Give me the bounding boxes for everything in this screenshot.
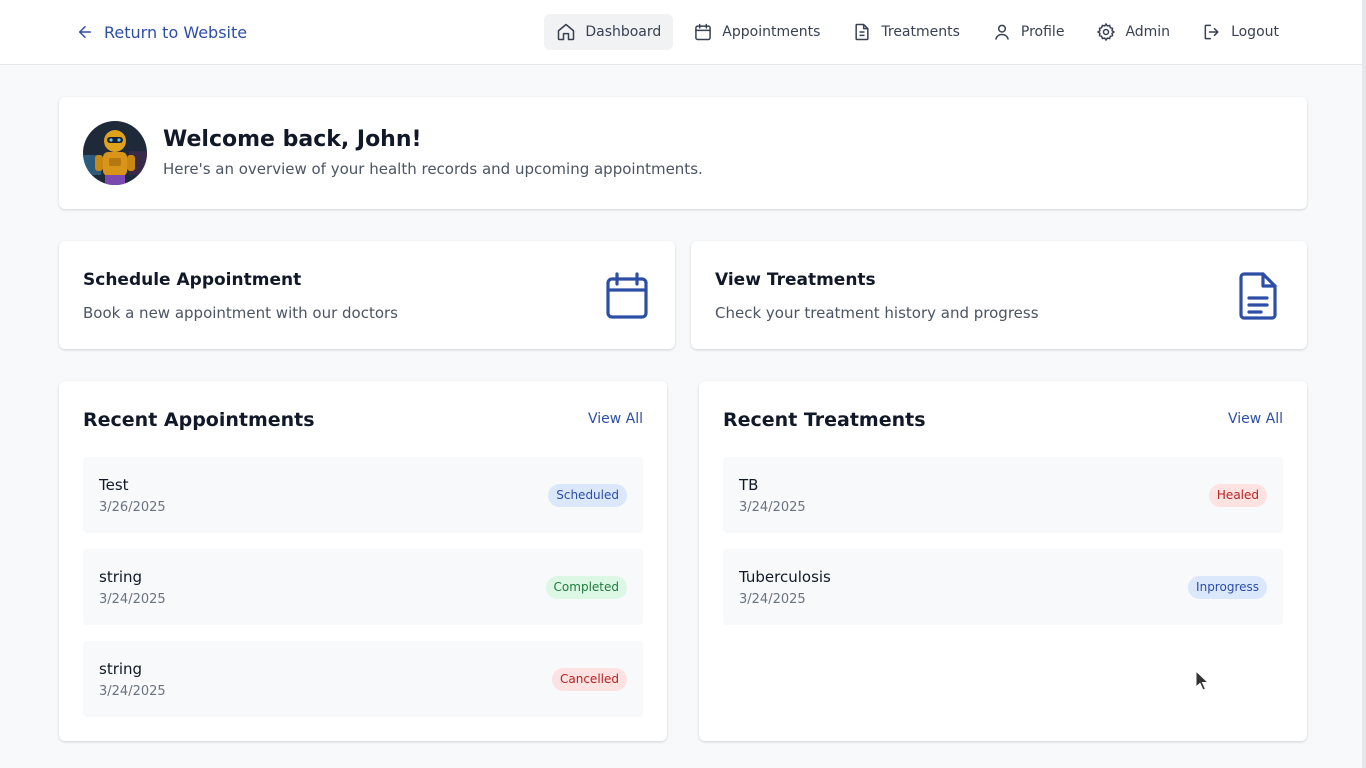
schedule-appointment-card[interactable]: Schedule Appointment Book a new appointm… xyxy=(59,241,675,349)
appointment-date: 3/24/2025 xyxy=(99,684,166,699)
appointments-view-all-link[interactable]: View All xyxy=(588,411,643,427)
nav-dashboard-label: Dashboard xyxy=(585,24,662,40)
nav-logout-label: Logout xyxy=(1231,24,1279,40)
appointment-date: 3/26/2025 xyxy=(99,500,166,515)
view-treatments-title: View Treatments xyxy=(715,270,876,290)
return-to-website-link[interactable]: Return to Website xyxy=(76,20,247,44)
document-icon xyxy=(1239,272,1277,320)
nav-treatments-label: Treatments xyxy=(881,24,960,40)
status-badge: Inprogress xyxy=(1188,576,1267,599)
view-treatments-subtitle: Check your treatment history and progres… xyxy=(715,304,1039,322)
treatment-name: TB xyxy=(739,476,759,494)
nav-appointments-label: Appointments xyxy=(722,24,821,40)
recent-treatments-title: Recent Treatments xyxy=(723,409,926,431)
nav-admin-label: Admin xyxy=(1125,24,1171,40)
home-icon xyxy=(558,23,575,41)
recent-appointments-panel: Recent Appointments View All Test 3/26/2… xyxy=(59,381,667,741)
status-badge: Cancelled xyxy=(552,668,627,691)
treatments-view-all-link[interactable]: View All xyxy=(1228,411,1283,427)
calendar-icon xyxy=(606,272,648,319)
user-icon xyxy=(994,24,1009,40)
list-item[interactable]: Test 3/26/2025 Scheduled xyxy=(83,457,643,533)
list-item[interactable]: string 3/24/2025 Cancelled xyxy=(83,641,643,717)
appointment-name: string xyxy=(99,660,143,678)
welcome-title: Welcome back, John! xyxy=(163,127,422,152)
list-item[interactable]: string 3/24/2025 Completed xyxy=(83,549,643,625)
status-badge: Scheduled xyxy=(548,484,627,507)
arrow-left-icon xyxy=(79,26,91,38)
appointment-name: string xyxy=(99,568,143,586)
recent-appointments-title: Recent Appointments xyxy=(83,409,315,431)
avatar xyxy=(83,121,147,185)
treatment-date: 3/24/2025 xyxy=(739,500,806,515)
appointment-name: Test xyxy=(99,476,129,494)
gear-icon xyxy=(1097,22,1116,42)
list-item[interactable]: Tuberculosis 3/24/2025 Inprogress xyxy=(723,549,1283,625)
top-navigation-bar: Return to Website Dashboard Appointments… xyxy=(0,0,1362,65)
schedule-appointment-subtitle: Book a new appointment with our doctors xyxy=(83,304,398,322)
nav-profile-label: Profile xyxy=(1020,24,1065,40)
nav-admin[interactable]: Admin xyxy=(1084,14,1182,50)
nav-logout[interactable]: Logout xyxy=(1190,14,1291,50)
treatment-date: 3/24/2025 xyxy=(739,592,806,607)
status-badge: Healed xyxy=(1208,484,1267,507)
view-treatments-card[interactable]: View Treatments Check your treatment his… xyxy=(691,241,1307,349)
return-link-label: Return to Website xyxy=(104,22,248,42)
treatment-name: Tuberculosis xyxy=(739,568,831,586)
status-badge: Completed xyxy=(545,576,627,599)
nav-treatments[interactable]: Treatments xyxy=(840,14,972,50)
calendar-icon xyxy=(695,23,712,41)
document-icon xyxy=(855,23,869,41)
list-item[interactable]: TB 3/24/2025 Healed xyxy=(723,457,1283,533)
logout-icon xyxy=(1204,24,1219,40)
nav-dashboard[interactable]: Dashboard xyxy=(544,14,674,50)
welcome-subtitle: Here's an overview of your health record… xyxy=(163,160,703,178)
recent-treatments-panel: Recent Treatments View All TB 3/24/2025 … xyxy=(699,381,1307,741)
schedule-appointment-title: Schedule Appointment xyxy=(83,270,302,290)
nav-profile[interactable]: Profile xyxy=(980,14,1077,50)
nav-appointments[interactable]: Appointments xyxy=(681,14,832,50)
appointment-date: 3/24/2025 xyxy=(99,592,166,607)
welcome-card: Welcome back, John! Here's an overview o… xyxy=(59,97,1307,209)
mouse-cursor-icon xyxy=(1195,670,1209,691)
main-nav: Dashboard Appointments Treatments Profil… xyxy=(544,14,1291,50)
page-scrollbar[interactable] xyxy=(1362,0,1366,768)
